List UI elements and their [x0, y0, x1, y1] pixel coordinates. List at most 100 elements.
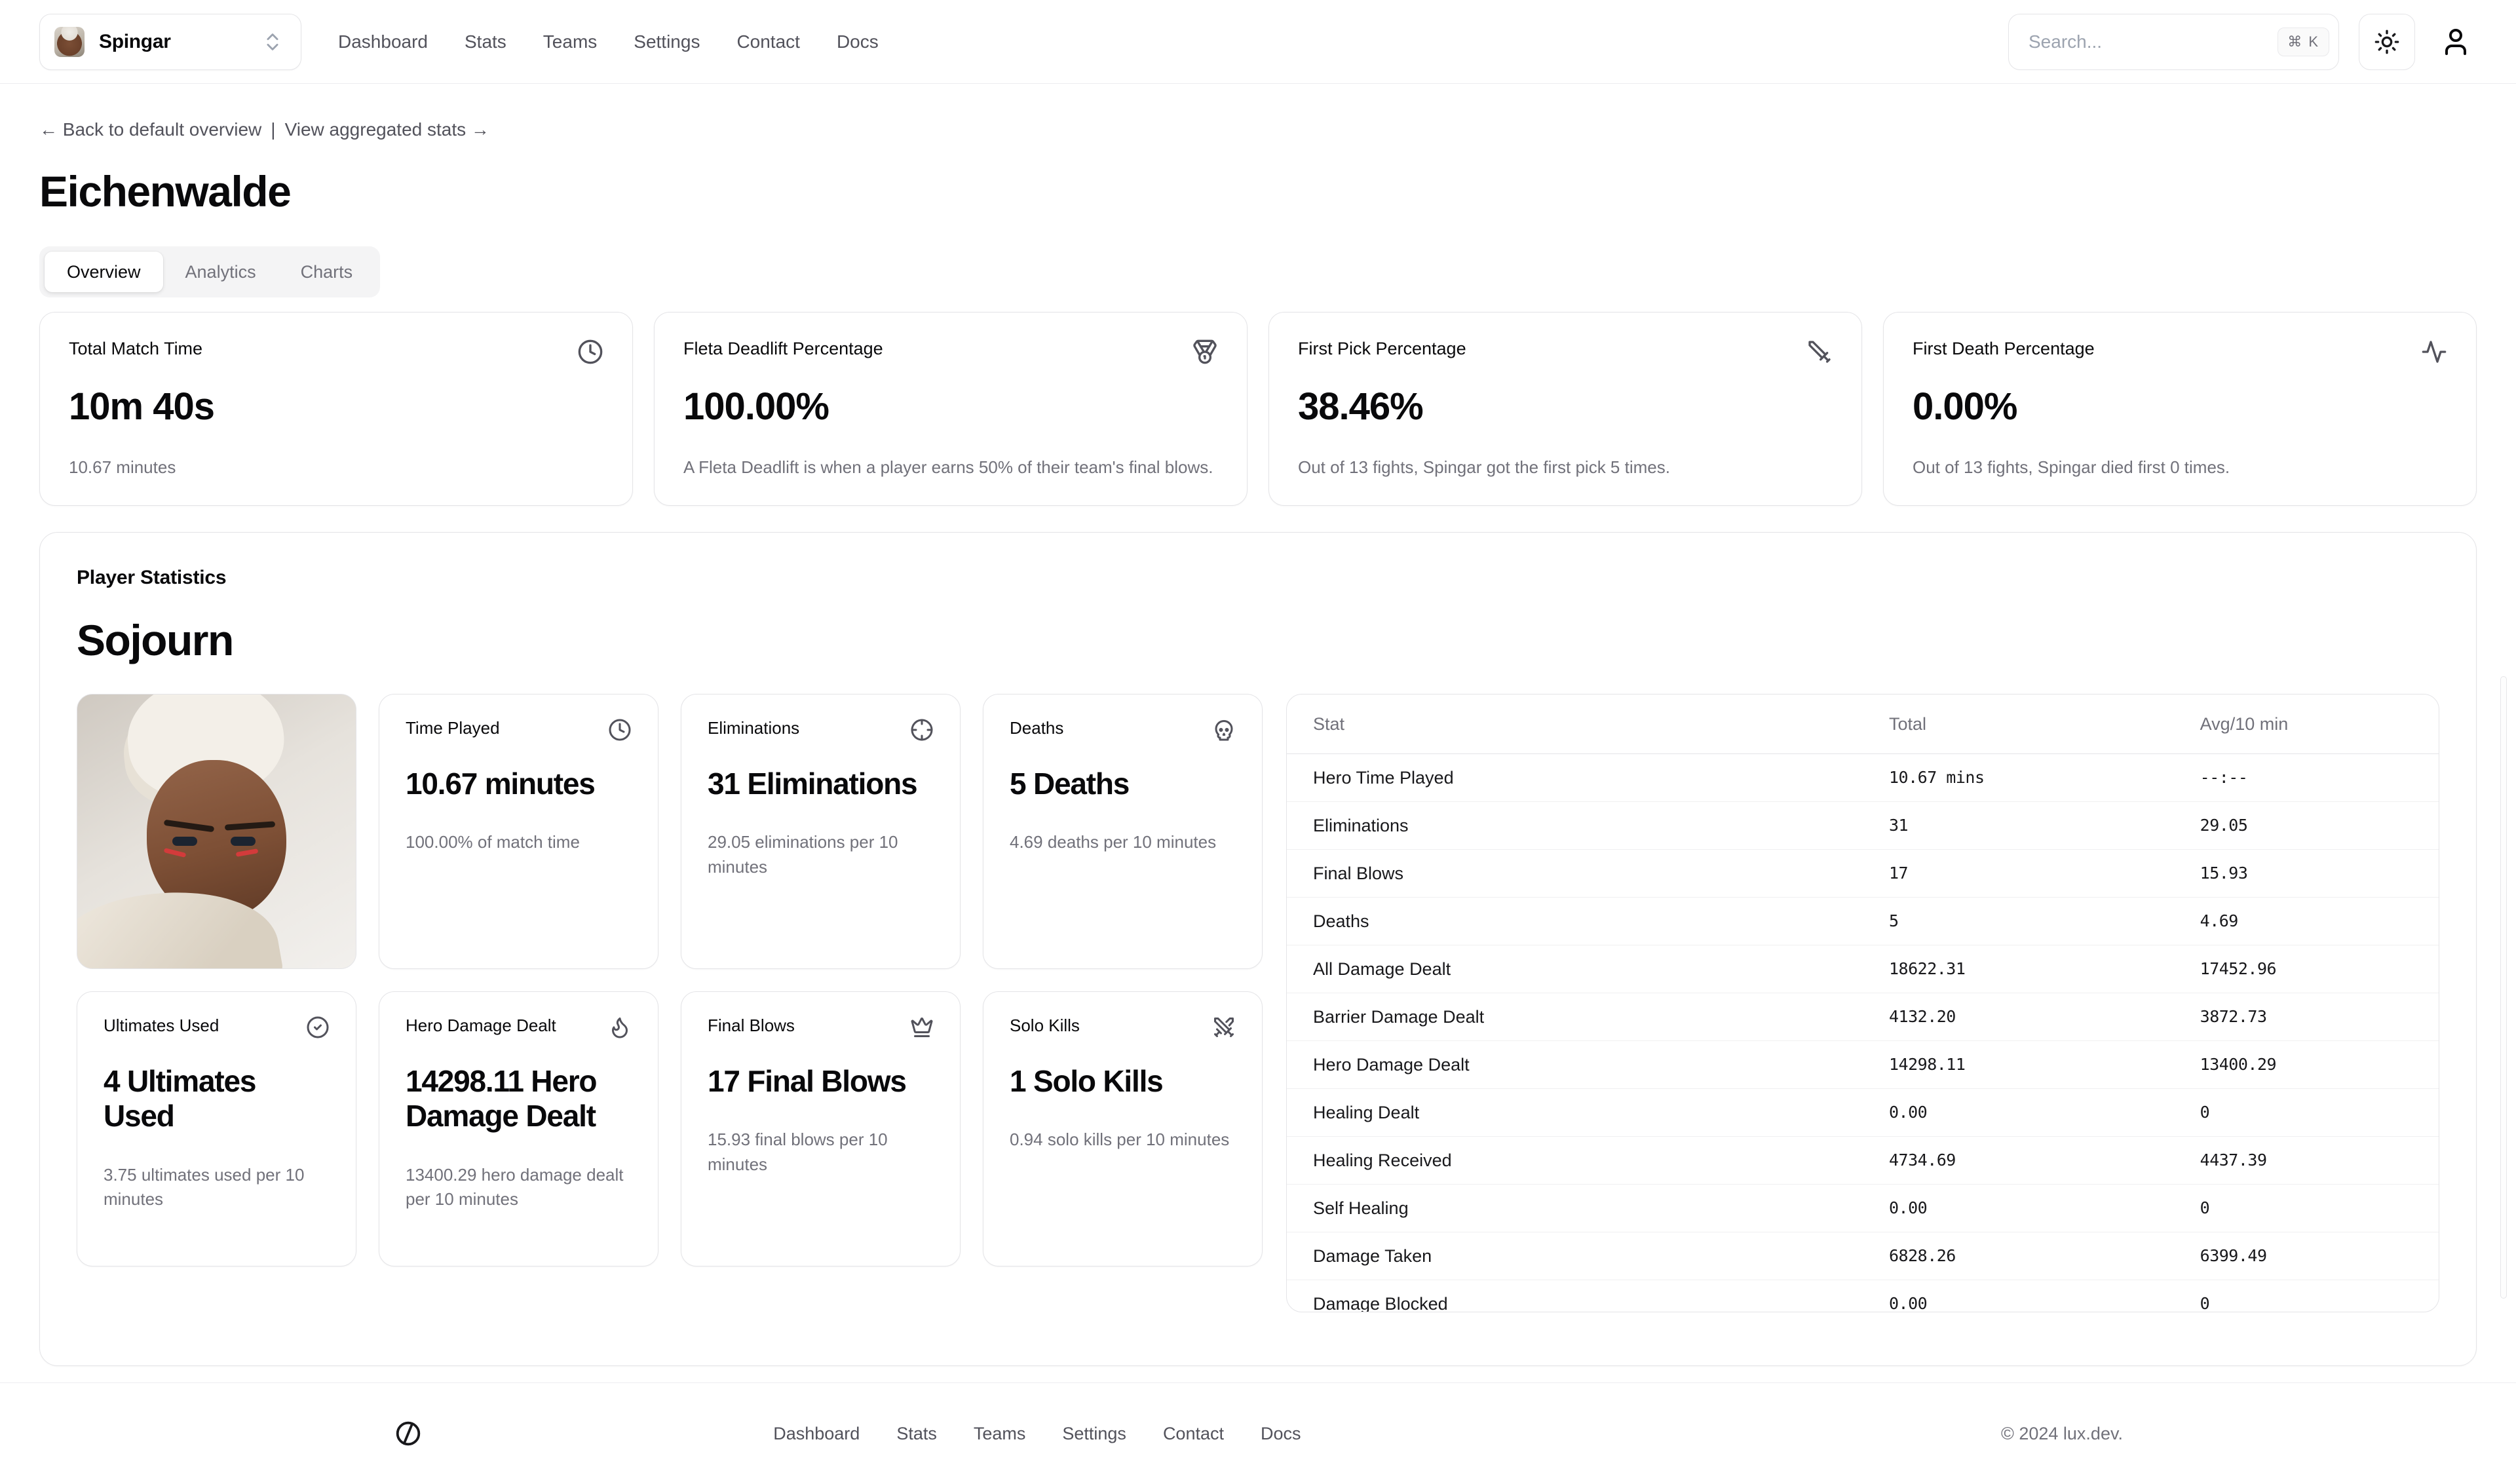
hero-card-ultimates-used: Ultimates Used4 Ultimates Used3.75 ultim…: [77, 991, 356, 1266]
hero-card-title: Final Blows: [708, 1016, 795, 1036]
page-scrollbar-thumb[interactable]: [2500, 676, 2507, 1299]
table-cell-avg: 0: [2174, 1185, 2439, 1232]
hero-card-title: Hero Damage Dealt: [406, 1016, 556, 1036]
hero-card-title: Ultimates Used: [104, 1016, 219, 1036]
table-cell-stat: Hero Damage Dealt: [1287, 1041, 1863, 1089]
hero-card-subtext: 4.69 deaths per 10 minutes: [1010, 830, 1236, 855]
footer-link-dashboard[interactable]: Dashboard: [773, 1424, 860, 1444]
stat-card-value: 0.00%: [1913, 385, 2447, 428]
breadcrumb: ← Back to default overview | View aggreg…: [39, 119, 2477, 140]
hero-card-eliminations: Eliminations31 Eliminations29.05 elimina…: [681, 694, 961, 969]
skull-icon: [1212, 718, 1236, 742]
stat-card-fleta-deadlift-percentage: Fleta Deadlift Percentage 100.00% A Fleta …: [654, 312, 1248, 506]
stat-card-title: Total Match Time: [69, 339, 202, 359]
hero-card-subtext: 29.05 eliminations per 10 minutes: [708, 830, 934, 879]
back-to-overview-link[interactable]: ← Back to default overview: [39, 119, 261, 140]
search-shortcut-badge: ⌘ K: [2278, 28, 2329, 56]
table-cell-avg: 0: [2174, 1089, 2439, 1137]
table-cell-avg: 29.05: [2174, 802, 2439, 850]
table-cell-stat: Final Blows: [1287, 850, 1863, 898]
footer: Dashboard Stats Teams Settings Contact Docs ©…: [0, 1382, 2516, 1484]
nav-links: Dashboard Stats Teams Settings Contact Docs: [338, 31, 879, 52]
hero-card-value: 1 Solo Kills: [1010, 1064, 1236, 1099]
main-content: ← Back to default overview | View aggreg…: [0, 119, 2516, 1366]
table-cell-stat: Hero Time Played: [1287, 754, 1863, 802]
table-cell-stat: Eliminations: [1287, 802, 1863, 850]
hero-card-hero-damage-dealt: Hero Damage Dealt 14298.11 Hero Damage De…: [379, 991, 658, 1266]
match-stat-cards: Total Match Time 10m 40s 10.67 minutes Flet…: [39, 312, 2477, 506]
footer-link-docs[interactable]: Docs: [1261, 1424, 1301, 1444]
hero-card-subtext: 0.94 solo kills per 10 minutes: [1010, 1128, 1236, 1152]
table-cell-avg: 6399.49: [2174, 1232, 2439, 1280]
column-header-total: Total: [1863, 694, 2174, 754]
hero-card-value: 14298.11 Hero Damage Dealt: [406, 1064, 632, 1134]
nav-link-dashboard[interactable]: Dashboard: [338, 31, 428, 52]
player-statistics-card: Player Statistics Sojourn Time Played10.…: [39, 532, 2477, 1366]
column-header-avg: Avg/10 min: [2174, 694, 2439, 754]
footer-link-contact[interactable]: Contact: [1163, 1424, 1224, 1444]
theme-toggle-button[interactable]: [2359, 14, 2415, 70]
player-select[interactable]: Spingar: [39, 14, 301, 70]
footer-link-settings[interactable]: Settings: [1062, 1424, 1126, 1444]
medal-icon: [1192, 339, 1218, 365]
account-button[interactable]: [2435, 14, 2477, 70]
table-cell-total: 0.00: [1863, 1185, 2174, 1232]
hero-card-title: Time Played: [406, 718, 500, 738]
stat-card-description: A Fleta Deadlift is when a player earns …: [683, 457, 1218, 479]
footer-copyright: © 2024 lux.dev.: [2001, 1424, 2123, 1444]
crosshair-icon: [910, 718, 934, 742]
sword-icon: [1806, 339, 1833, 365]
stat-card-value: 10m 40s: [69, 385, 603, 428]
search-input[interactable]: Search... ⌘ K: [2008, 14, 2339, 70]
table-row: Final Blows1715.93: [1287, 850, 2439, 898]
table-cell-stat: All Damage Dealt: [1287, 945, 1863, 993]
nav-link-teams[interactable]: Teams: [543, 31, 597, 52]
view-aggregated-stats-link[interactable]: View aggregated stats →: [285, 119, 489, 140]
clock-icon: [608, 718, 632, 742]
stat-card-description: 10.67 minutes: [69, 457, 603, 479]
table-cell-total: 31: [1863, 802, 2174, 850]
table-row: Damage Blocked0.000: [1287, 1280, 2439, 1313]
hero-card-value: 17 Final Blows: [708, 1064, 934, 1099]
flame-icon: [608, 1016, 632, 1039]
player-statistics-heading: Player Statistics: [77, 567, 2439, 589]
table-cell-avg: --:--: [2174, 754, 2439, 802]
table-row: Deaths54.69: [1287, 898, 2439, 945]
crown-icon: [910, 1016, 934, 1039]
hero-card-title: Eliminations: [708, 718, 799, 738]
tab-overview[interactable]: Overview: [45, 252, 163, 292]
table-cell-avg: 13400.29: [2174, 1041, 2439, 1089]
table-cell-avg: 4437.39: [2174, 1137, 2439, 1185]
table-row: All Damage Dealt18622.3117452.96: [1287, 945, 2439, 993]
stat-card-first-death-percentage: First Death Percentage0.00%Out of 13 fig…: [1883, 312, 2477, 506]
table-cell-avg: 17452.96: [2174, 945, 2439, 993]
stat-card-title: Fleta Deadlift Percentage: [683, 339, 883, 359]
table-cell-total: 17: [1863, 850, 2174, 898]
table-cell-total: 4132.20: [1863, 993, 2174, 1041]
nav-link-stats[interactable]: Stats: [465, 31, 506, 52]
tab-analytics[interactable]: Analytics: [163, 252, 278, 292]
nav-link-docs[interactable]: Docs: [837, 31, 879, 52]
nav-link-settings[interactable]: Settings: [634, 31, 700, 52]
swords-icon: [1212, 1016, 1236, 1039]
table-cell-total: 6828.26: [1863, 1232, 2174, 1280]
table-row: Hero Time Played10.67 mins--:--: [1287, 754, 2439, 802]
stat-card-value: 38.46%: [1298, 385, 1833, 428]
table-row: Self Healing0.000: [1287, 1185, 2439, 1232]
hero-card-value: 10.67 minutes: [406, 767, 632, 801]
table-cell-total: 0.00: [1863, 1280, 2174, 1313]
stat-card-total-match-time: Total Match Time 10m 40s 10.67 minutes: [39, 312, 633, 506]
table-row: Healing Dealt0.000: [1287, 1089, 2439, 1137]
hero-card-title: Solo Kills: [1010, 1016, 1080, 1036]
hero-card-solo-kills: Solo Kills 1 Solo Kills 0.94 solo kills pe…: [983, 991, 1263, 1266]
tab-bar: OverviewAnalyticsCharts: [39, 246, 380, 297]
footer-links: Dashboard Stats Teams Settings Contact Docs: [773, 1424, 1301, 1444]
nav-link-contact[interactable]: Contact: [736, 31, 800, 52]
table-cell-stat: Barrier Damage Dealt: [1287, 993, 1863, 1041]
table-cell-stat: Damage Blocked: [1287, 1280, 1863, 1313]
stat-card-title: First Death Percentage: [1913, 339, 2095, 359]
footer-link-stats[interactable]: Stats: [896, 1424, 937, 1444]
footer-link-teams[interactable]: Teams: [974, 1424, 1026, 1444]
tab-charts[interactable]: Charts: [278, 252, 375, 292]
stat-card-value: 100.00%: [683, 385, 1218, 428]
